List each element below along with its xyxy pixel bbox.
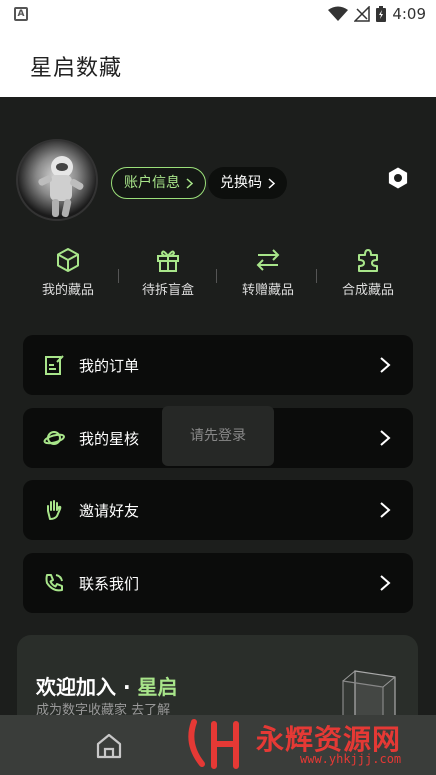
watermark: 永辉资源网 www.yhkjjj.com <box>180 712 436 775</box>
main-content: 账户信息 兑换码 我的藏品 待拆盲盒 转赠藏品 合成藏品 我的订单 我的星核 邀… <box>0 97 436 715</box>
menu-item-label: 我的星核 <box>79 430 140 448</box>
quick-actions: 我的藏品 待拆盲盒 转赠藏品 合成藏品 <box>18 247 418 307</box>
divider <box>118 269 119 283</box>
welcome-title-prefix: 欢迎加入 · <box>36 675 138 699</box>
chevron-right-icon <box>380 357 391 373</box>
welcome-title: 欢迎加入 · 星启 <box>36 671 178 700</box>
quick-action-my-collections[interactable]: 我的藏品 <box>18 247 118 307</box>
avatar[interactable] <box>16 139 98 221</box>
clock: 4:09 <box>392 5 426 23</box>
redeem-code-button[interactable]: 兑换码 <box>208 167 287 199</box>
order-icon <box>45 355 64 375</box>
redeem-code-label: 兑换码 <box>220 175 262 191</box>
gift-icon <box>157 250 179 272</box>
menu-item-label: 我的订单 <box>79 357 140 375</box>
watermark-url: www.yhkjjj.com <box>300 752 402 766</box>
quick-action-label: 转赠藏品 <box>241 283 294 298</box>
menu-item-invite-friends[interactable]: 邀请好友 <box>23 480 413 540</box>
transfer-icon <box>256 249 280 271</box>
quick-action-label: 合成藏品 <box>341 283 394 298</box>
chevron-right-icon <box>380 502 391 518</box>
cube-icon <box>57 248 79 272</box>
status-indicators: 4:09 <box>328 5 426 23</box>
settings-icon[interactable] <box>386 166 410 190</box>
account-info-button[interactable]: 账户信息 <box>111 167 206 199</box>
watermark-logo <box>188 719 239 769</box>
notification-icon: A <box>14 7 28 21</box>
quick-action-label: 待拆盲盒 <box>141 283 194 298</box>
page-title: 星启数藏 <box>30 56 123 81</box>
welcome-title-accent: 星启 <box>137 675 178 699</box>
chevron-right-icon <box>380 575 391 591</box>
planet-icon <box>43 431 65 445</box>
glass-cube-icon <box>342 670 396 715</box>
app-bar: 星启数藏 <box>0 30 436 97</box>
quick-action-transfer[interactable]: 转赠藏品 <box>218 247 318 307</box>
battery-icon <box>376 6 387 22</box>
signal-icon <box>354 6 371 22</box>
login-prompt-toast: 请先登录 <box>162 406 274 466</box>
welcome-subtitle: 成为数字收藏家 去了解 <box>36 703 171 715</box>
divider <box>316 269 317 283</box>
menu-item-label: 联系我们 <box>79 575 140 593</box>
quick-action-blind-boxes[interactable]: 待拆盲盒 <box>118 247 218 307</box>
menu-item-orders[interactable]: 我的订单 <box>23 335 413 395</box>
home-icon[interactable] <box>95 732 123 760</box>
quick-action-label: 我的藏品 <box>41 283 94 298</box>
status-bar: A 4:09 <box>0 0 436 30</box>
chevron-right-icon <box>380 430 391 446</box>
menu-item-label: 邀请好友 <box>79 502 140 520</box>
puzzle-icon <box>358 249 378 272</box>
menu-item-contact-us[interactable]: 联系我们 <box>23 553 413 613</box>
phone-icon <box>45 574 63 592</box>
chevron-right-icon <box>268 177 275 189</box>
wifi-icon <box>328 6 349 21</box>
account-info-label: 账户信息 <box>124 175 180 191</box>
chevron-right-icon <box>186 177 193 189</box>
divider <box>216 269 217 283</box>
hand-icon <box>47 500 62 520</box>
welcome-banner[interactable]: 欢迎加入 · 星启 成为数字收藏家 去了解 <box>17 635 418 715</box>
astronaut-image <box>38 156 84 218</box>
quick-action-synthesize[interactable]: 合成藏品 <box>318 247 418 307</box>
